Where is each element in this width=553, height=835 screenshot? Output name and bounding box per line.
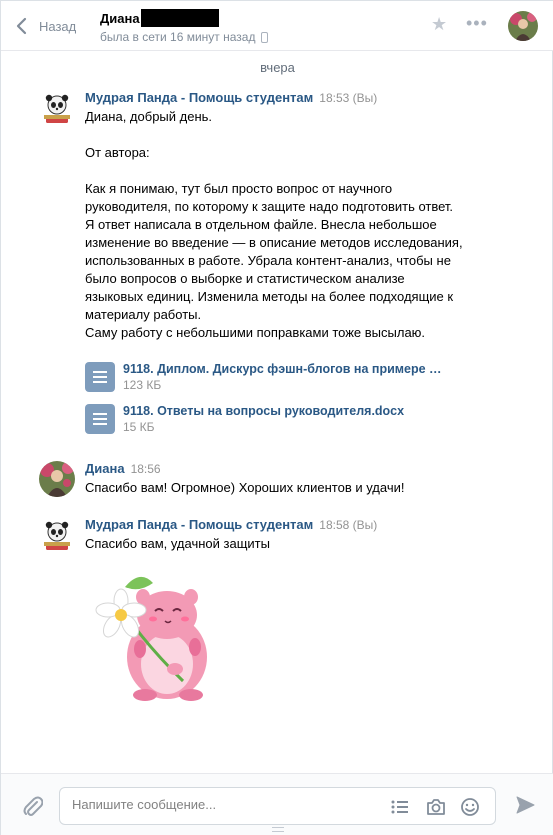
- document-name[interactable]: 9118. Ответы на вопросы руководителя.doc…: [123, 404, 404, 418]
- document-size: 123 КБ: [123, 378, 162, 392]
- message-line: Саму работу с небольшими поправками тоже…: [85, 325, 426, 340]
- date-divider: вчера: [260, 60, 295, 75]
- smile-icon[interactable]: [460, 797, 480, 817]
- message: Мудрая Панда - Помощь студентам 18:58 (Вы…: [39, 517, 519, 707]
- message-header: Мудрая Панда - Помощь студентам 18:58 (Вы…: [85, 517, 377, 532]
- message-header: Диана 18:56: [85, 461, 161, 476]
- message-line: [85, 162, 475, 180]
- message-input-box: [59, 787, 496, 825]
- message-line: Спасибо вам! Огромное) Хороших клиентов …: [85, 480, 405, 495]
- document-attachment[interactable]: 9118. Ответы на вопросы руководителя.doc…: [85, 404, 404, 434]
- send-icon[interactable]: [515, 795, 535, 815]
- document-attachment[interactable]: 9118. Диплом. Дискурс фэшн-блогов на при…: [85, 362, 443, 392]
- message-line: использованных в работе. Убрала контент-…: [85, 253, 451, 268]
- document-icon: [85, 362, 115, 392]
- redaction-bar: [140, 9, 219, 27]
- author-name[interactable]: Мудрая Панда - Помощь студентам: [85, 90, 313, 105]
- back-label: Назад: [39, 18, 77, 34]
- message: Диана 18:56 Спасибо вам! Огромное) Хороши…: [39, 461, 519, 501]
- hamster-sticker[interactable]: [95, 569, 225, 704]
- peer-avatar[interactable]: [508, 11, 538, 41]
- panda-avatar[interactable]: [39, 517, 75, 553]
- mobile-phone-icon: [261, 31, 269, 43]
- resize-handle[interactable]: [272, 827, 284, 832]
- panda-avatar[interactable]: [39, 90, 75, 126]
- peer-status: была в сети 16 минут назад: [100, 30, 269, 44]
- message-line: От автора:: [85, 145, 150, 160]
- document-icon: [85, 404, 115, 434]
- message-composer: [1, 773, 553, 835]
- peer-info[interactable]: Диана была в сети 16 минут назад: [100, 9, 269, 44]
- document-name[interactable]: 9118. Диплом. Дискурс фэшн-блогов на при…: [123, 362, 443, 376]
- message-time: 18:58 (Вы): [319, 518, 378, 532]
- star-icon[interactable]: ★: [431, 15, 449, 33]
- document-size: 15 КБ: [123, 420, 155, 434]
- message-time: 18:53 (Вы): [319, 91, 378, 105]
- message-line: Я ответ написала в отдельном файле. Внес…: [85, 217, 437, 232]
- message: Мудрая Панда - Помощь студентам 18:53 (Вы…: [39, 90, 519, 440]
- peer-status-text: была в сети 16 минут назад: [100, 30, 256, 44]
- paperclip-icon[interactable]: [21, 794, 44, 818]
- list-icon[interactable]: [390, 797, 410, 817]
- message-header: Мудрая Панда - Помощь студентам 18:53 (Вы…: [85, 90, 377, 105]
- message-text: Диана, добрый день. От автора: Как я пон…: [85, 108, 475, 342]
- message-line: было вопросов о выборке и статистическом…: [85, 271, 405, 286]
- peer-name: Диана: [100, 10, 140, 26]
- message-line: Спасибо вам, удачной защиты: [85, 536, 270, 551]
- message-line: изменение во введение — в описание метод…: [85, 235, 463, 250]
- chat-window: Назад Диана была в сети 16 минут назад ★…: [0, 0, 553, 835]
- message-time: 18:56: [130, 462, 161, 476]
- diana-avatar[interactable]: [39, 461, 75, 497]
- more-horizontal-icon[interactable]: •••: [466, 14, 488, 32]
- chat-header: Назад Диана была в сети 16 минут назад ★…: [1, 1, 553, 51]
- message-text: Спасибо вам! Огромное) Хороших клиентов …: [85, 479, 475, 497]
- message-line: языковых единиц. Изменила методы на боле…: [85, 289, 454, 304]
- camera-icon[interactable]: [426, 797, 446, 817]
- message-line: Как я понимаю, тут был просто вопрос от …: [85, 181, 393, 196]
- author-name[interactable]: Диана: [85, 461, 125, 476]
- message-line: материалу работы.: [85, 307, 202, 322]
- author-name[interactable]: Мудрая Панда - Помощь студентам: [85, 517, 313, 532]
- message-line: руководителя, по которому к защите надо …: [85, 199, 454, 214]
- chevron-left-icon: [16, 17, 27, 35]
- message-line: [85, 126, 475, 144]
- back-button[interactable]: Назад: [15, 15, 76, 37]
- message-line: Диана, добрый день.: [85, 109, 213, 124]
- message-text: Спасибо вам, удачной защиты: [85, 535, 475, 553]
- message-input[interactable]: [72, 797, 372, 812]
